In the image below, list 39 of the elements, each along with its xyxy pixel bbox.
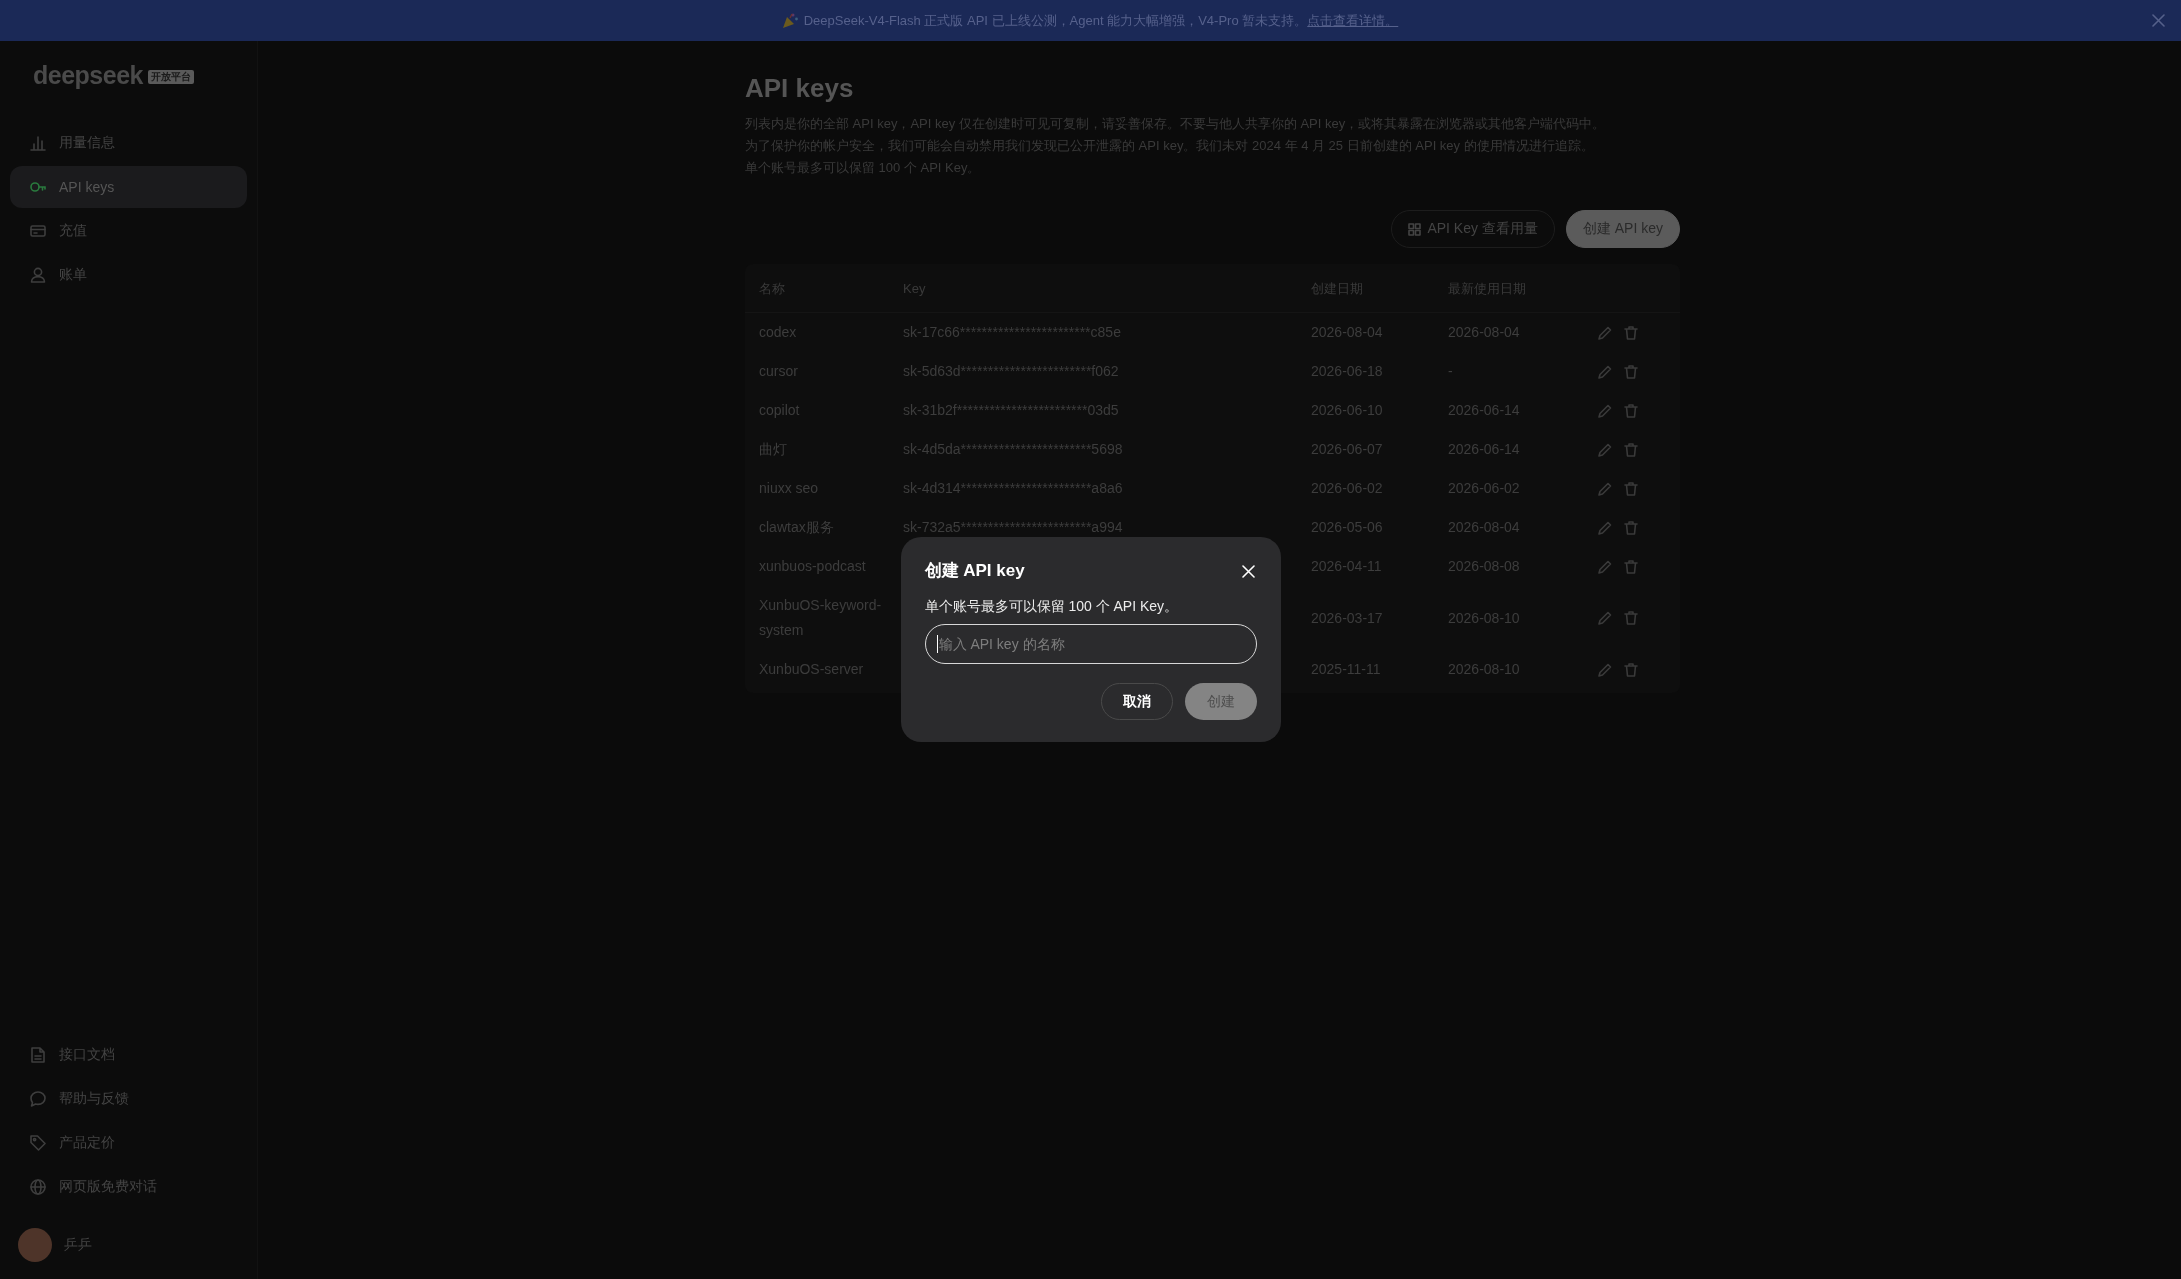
tag-icon xyxy=(30,1135,46,1151)
trash-icon[interactable] xyxy=(1624,559,1638,574)
pencil-icon[interactable] xyxy=(1598,403,1612,418)
sidebar-item[interactable]: API keys xyxy=(10,166,247,208)
party-popper-icon xyxy=(782,13,798,28)
trash-icon[interactable] xyxy=(1624,442,1638,457)
trash-icon[interactable] xyxy=(1624,662,1638,677)
table-cell: - xyxy=(1448,363,1453,379)
person-icon xyxy=(30,267,46,283)
chat-bubble-icon xyxy=(30,1091,46,1107)
pencil-icon[interactable] xyxy=(1598,559,1612,574)
pencil-icon[interactable] xyxy=(1598,325,1612,340)
pencil-icon[interactable] xyxy=(1598,442,1612,457)
pencil-icon[interactable] xyxy=(1598,364,1612,379)
sidebar-item[interactable]: 充值 xyxy=(10,210,247,252)
grid-icon xyxy=(1408,222,1422,236)
page-title: API keys xyxy=(745,72,855,104)
pencil-icon[interactable] xyxy=(1598,520,1612,535)
key-icon xyxy=(30,179,46,195)
trash-icon[interactable] xyxy=(1624,520,1638,535)
key-name-field[interactable]: 输入 API key 的名称 xyxy=(924,624,1257,664)
avatar[interactable] xyxy=(18,1228,52,1262)
bar-chart-icon xyxy=(30,135,46,151)
trash-icon[interactable] xyxy=(1624,325,1638,340)
trash-icon[interactable] xyxy=(1624,364,1638,379)
details-link[interactable]: 点击查看详情。 xyxy=(1307,12,1399,28)
dialog-title: 创建 API key xyxy=(924,560,1025,582)
dialog-note: 单个账号最多可以保留 100 个 API Key。 xyxy=(924,597,1180,616)
trash-icon[interactable] xyxy=(1624,403,1638,418)
pencil-icon[interactable] xyxy=(1598,611,1612,625)
pencil-icon[interactable] xyxy=(1598,662,1612,677)
pencil-icon[interactable] xyxy=(1598,481,1612,496)
trash-icon[interactable] xyxy=(1624,481,1638,496)
trash-icon[interactable] xyxy=(1624,611,1638,625)
card-icon xyxy=(30,223,46,239)
document-icon xyxy=(30,1047,46,1063)
globe-icon xyxy=(30,1179,46,1195)
logo-wordmark: deepseek xyxy=(33,61,143,89)
logo-badge: 开放平台 xyxy=(147,69,194,84)
